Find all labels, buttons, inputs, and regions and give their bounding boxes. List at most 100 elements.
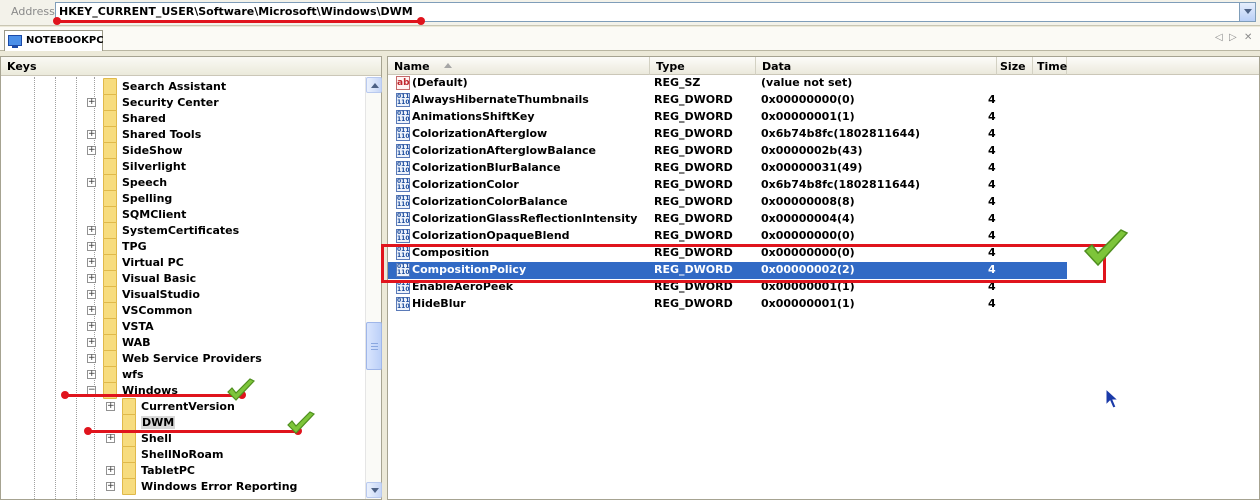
expand-icon[interactable]: +	[87, 98, 96, 107]
value-row[interactable]: 011 110 ColorizationColor REG_DWORD 0x6b74b…	[388, 177, 1067, 194]
tree-item[interactable]: Spelling	[1, 190, 361, 207]
value-row[interactable]: ab (Default) REG_SZ (value not set)	[388, 75, 1067, 92]
tab-notebookpc[interactable]: NOTEBOOKPC	[4, 30, 104, 51]
tree-item[interactable]: Silverlight	[1, 158, 361, 175]
tree-item-label: VSTA	[122, 320, 154, 333]
value-name: ColorizationOpaqueBlend	[412, 229, 570, 242]
expand-icon[interactable]: +	[87, 130, 96, 139]
column-filler	[1067, 57, 1259, 75]
tab-next-icon[interactable]: ▷	[1229, 32, 1237, 43]
value-row[interactable]: 011 110 HideBlur REG_DWORD 0x00000001(1) 4	[388, 296, 1067, 313]
tree-item[interactable]: + Security Center	[1, 94, 361, 111]
expand-icon[interactable]: +	[106, 482, 115, 491]
expand-icon[interactable]: +	[87, 242, 96, 251]
tree-item-label: Spelling	[122, 192, 173, 205]
annotation-underline	[60, 20, 421, 23]
expand-icon[interactable]: +	[87, 226, 96, 235]
column-type[interactable]: Type	[650, 57, 756, 75]
value-row[interactable]: 011 110 AnimationsShiftKey REG_DWORD 0x0000…	[388, 109, 1067, 126]
value-row[interactable]: 011 110 ColorizationOpaqueBlend REG_DWORD 0…	[388, 228, 1067, 245]
expand-icon[interactable]: +	[87, 306, 96, 315]
chevron-down-icon	[1244, 9, 1252, 14]
folder-icon	[122, 462, 136, 479]
keys-header: Keys	[1, 57, 381, 76]
scroll-down-button[interactable]	[366, 482, 382, 498]
expand-icon[interactable]: +	[87, 338, 96, 347]
binary-value-icon: 011 110	[396, 195, 410, 209]
tree-item-label: VisualStudio	[122, 288, 200, 301]
expand-icon[interactable]: +	[87, 146, 96, 155]
expand-icon[interactable]: +	[106, 434, 115, 443]
tree-item[interactable]: + Windows Error Reporting	[1, 478, 361, 495]
annotation-dot	[53, 17, 61, 25]
tree-item[interactable]: + VisualStudio	[1, 286, 361, 303]
expand-icon[interactable]: +	[87, 322, 96, 331]
value-row[interactable]: 011 110 ColorizationColorBalance REG_DWORD…	[388, 194, 1067, 211]
tab-close-icon[interactable]: ✕	[1244, 32, 1252, 43]
value-row[interactable]: 011 110 ColorizationAfterglow REG_DWORD 0x6…	[388, 126, 1067, 143]
tree-item[interactable]: Shared	[1, 110, 361, 127]
tree-item[interactable]: + VSTA	[1, 318, 361, 335]
tree-item[interactable]: + TPG	[1, 238, 361, 255]
value-data: 0x00000001(1)	[761, 297, 855, 310]
tree-item-label: SystemCertificates	[122, 224, 240, 237]
value-data: 0x6b74b8fc(1802811644)	[761, 178, 921, 191]
expand-icon[interactable]: +	[106, 402, 115, 411]
value-size: 4	[988, 161, 996, 174]
tree-item[interactable]: + Visual Basic	[1, 270, 361, 287]
tree-item[interactable]: ShellNoRoam	[1, 446, 361, 463]
scroll-thumb[interactable]	[366, 322, 382, 370]
expand-icon[interactable]: +	[106, 466, 115, 475]
column-data[interactable]: Data	[756, 57, 997, 75]
folder-icon	[103, 366, 117, 383]
tree-item[interactable]: SQMClient	[1, 206, 361, 223]
address-field[interactable]: HKEY_CURRENT_USER\Software\Microsoft\Win…	[55, 2, 1256, 22]
tab-label: NOTEBOOKPC	[26, 35, 104, 46]
value-data: 0x00000031(49)	[761, 161, 863, 174]
folder-icon	[103, 350, 117, 367]
tree-item[interactable]: Search Assistant	[1, 78, 361, 95]
value-row[interactable]: 011 110 ColorizationAfterglowBalance REG_D…	[388, 143, 1067, 160]
grip-line	[371, 349, 378, 350]
check-icon	[227, 378, 255, 401]
value-data: (value not set)	[761, 76, 853, 89]
tree-item[interactable]: + TabletPC	[1, 462, 361, 479]
value-size: 4	[988, 144, 996, 157]
column-time[interactable]: Time	[1033, 57, 1067, 75]
expand-icon[interactable]: +	[87, 258, 96, 267]
tree-item[interactable]: + SystemCertificates	[1, 222, 361, 239]
expand-icon[interactable]: +	[87, 354, 96, 363]
tree-item[interactable]: + WAB	[1, 334, 361, 351]
value-type: REG_DWORD	[654, 93, 733, 106]
value-row[interactable]: 011 110 ColorizationBlurBalance REG_DWORD 0…	[388, 160, 1067, 177]
tree-item[interactable]: + Virtual PC	[1, 254, 361, 271]
value-name: ColorizationBlurBalance	[412, 161, 561, 174]
value-type: REG_DWORD	[654, 229, 733, 242]
tree-item-label: TabletPC	[141, 464, 196, 477]
tab-prev-icon[interactable]: ◁	[1215, 32, 1223, 43]
tree-item[interactable]: + SideShow	[1, 142, 361, 159]
tab-bar: NOTEBOOKPC ◁ ▷ ✕	[0, 27, 1260, 51]
value-row[interactable]: 011 110 ColorizationGlassReflectionIntens…	[388, 211, 1067, 228]
expand-icon[interactable]: +	[87, 290, 96, 299]
expand-icon[interactable]: +	[87, 178, 96, 187]
address-dropdown-button[interactable]	[1239, 3, 1255, 21]
expand-icon[interactable]: +	[87, 274, 96, 283]
column-name[interactable]: Name	[388, 57, 650, 75]
expand-icon[interactable]: +	[87, 370, 96, 379]
tree-item[interactable]: + Speech	[1, 174, 361, 191]
column-size[interactable]: Size	[997, 57, 1033, 75]
grip-line	[371, 346, 378, 347]
tree-item[interactable]: + Shared Tools	[1, 126, 361, 143]
keys-scrollbar[interactable]	[365, 77, 382, 499]
folder-icon	[122, 446, 136, 463]
value-name: AlwaysHibernateThumbnails	[412, 93, 589, 106]
tree-item[interactable]: + Web Service Providers	[1, 350, 361, 367]
tree-item[interactable]: + VSCommon	[1, 302, 361, 319]
folder-icon	[103, 222, 117, 239]
tree-item[interactable]: + wfs	[1, 366, 361, 383]
value-row[interactable]: 011 110 AlwaysHibernateThumbnails REG_DWOR…	[388, 92, 1067, 109]
scroll-up-button[interactable]	[366, 77, 382, 93]
folder-icon	[103, 254, 117, 271]
folder-icon	[103, 270, 117, 287]
